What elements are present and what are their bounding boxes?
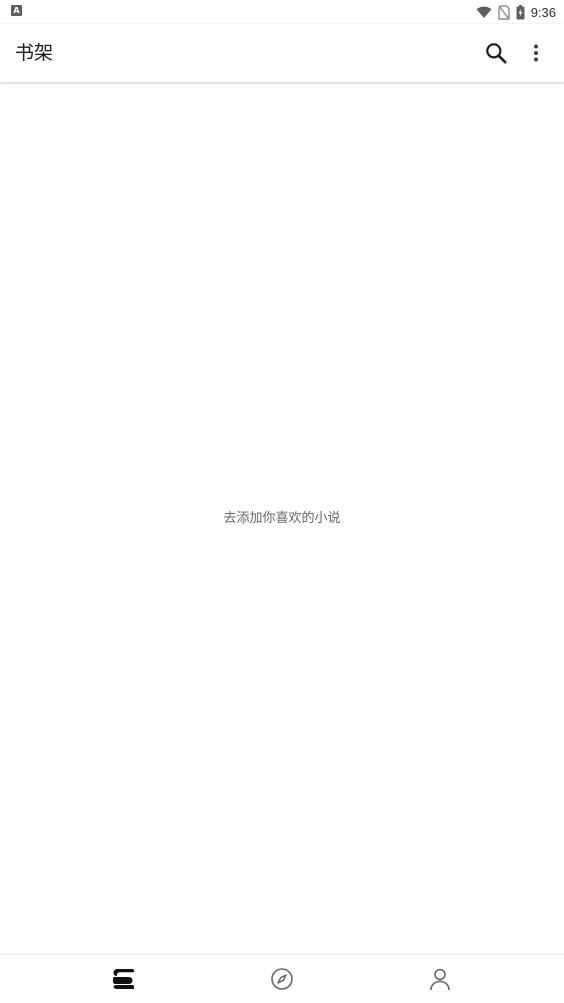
person-icon [428, 967, 452, 991]
status-time: 9:36 [530, 4, 556, 20]
more-options-button[interactable] [526, 40, 546, 66]
battery-charging-icon [516, 4, 525, 20]
app-bar: 书架 [0, 24, 564, 82]
bottom-navigation [0, 954, 564, 1003]
empty-state-message: 去添加你喜欢的小说 [223, 511, 341, 526]
bookshelf-content: 去添加你喜欢的小说 [0, 82, 564, 954]
app-notification-icon: A [11, 5, 22, 16]
wifi-icon [476, 6, 492, 19]
no-sim-icon [497, 4, 510, 20]
compass-icon [270, 967, 294, 991]
more-vert-icon [526, 40, 546, 66]
bookshelf-icon [111, 968, 135, 990]
status-icons: 9:36 [476, 2, 556, 22]
search-icon [483, 40, 509, 66]
status-bar: A 9:36 [0, 0, 564, 24]
page-title: 书架 [15, 42, 54, 64]
nav-item-profile[interactable] [346, 955, 534, 1003]
search-button[interactable] [483, 40, 509, 66]
